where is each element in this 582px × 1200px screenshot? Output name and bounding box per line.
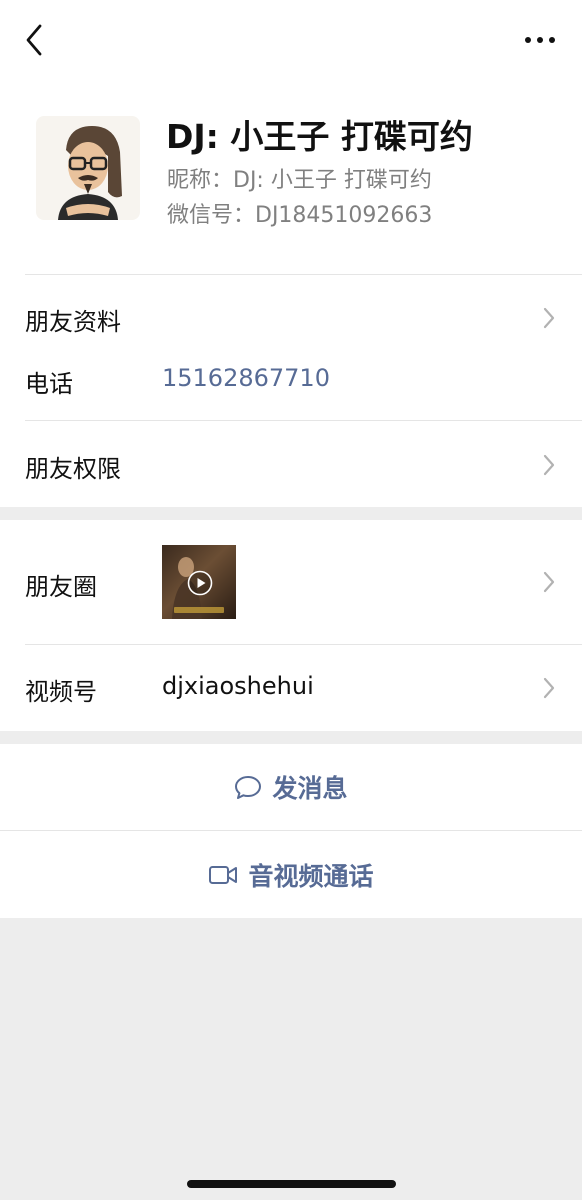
chevron-right-icon: [543, 571, 555, 593]
chevron-right-icon: [543, 454, 555, 476]
friend-profile-row[interactable]: 朋友资料: [0, 274, 582, 362]
phone-number-link[interactable]: 15162867710: [162, 364, 330, 392]
chat-bubble-icon: [235, 776, 262, 799]
friend-permissions-label: 朋友权限: [25, 455, 121, 483]
video-camera-icon: [209, 866, 238, 884]
profile-header: DJ: 小王子 打碟可约 昵称：DJ: 小王子 打碟可约 微信号：DJ18451…: [0, 80, 582, 274]
info-section: 朋友资料 电话 15162867710 朋友权限: [0, 274, 582, 507]
send-message-button[interactable]: 发消息: [0, 744, 582, 830]
moments-thumbnail[interactable]: [162, 545, 236, 619]
divider: [0, 830, 582, 831]
actions-section: 发消息 音视频通话: [0, 744, 582, 918]
channels-id-text: djxiaoshehui: [162, 672, 314, 700]
avatar[interactable]: [36, 116, 140, 220]
back-button[interactable]: [18, 20, 52, 60]
social-section: 朋友圈 视频号 djxiaoshehui: [0, 520, 582, 731]
video-call-button[interactable]: 音视频通话: [0, 832, 582, 918]
home-indicator[interactable]: [187, 1180, 396, 1188]
send-message-label: 发消息: [272, 774, 348, 803]
friend-profile-label: 朋友资料: [25, 308, 121, 336]
phone-label: 电话: [25, 370, 73, 398]
nickname-text: 昵称：DJ: 小王子 打碟可约: [167, 168, 432, 193]
contact-profile-screen: DJ: 小王子 打碟可约 昵称：DJ: 小王子 打碟可约 微信号：DJ18451…: [0, 0, 582, 1200]
channels-label: 视频号: [25, 678, 97, 706]
play-icon: [187, 570, 213, 596]
chevron-left-icon: [26, 24, 42, 56]
channels-row[interactable]: 视频号 djxiaoshehui: [0, 645, 582, 731]
video-call-label: 音视频通话: [248, 862, 374, 891]
chevron-right-icon: [543, 677, 555, 699]
thumbnail-caption-bar: [174, 607, 224, 613]
top-bar: [0, 0, 582, 80]
chevron-right-icon: [543, 307, 555, 329]
phone-row: 电话 15162867710: [0, 354, 582, 420]
display-name: DJ: 小王子 打碟可约: [166, 117, 473, 156]
friend-permissions-row[interactable]: 朋友权限: [0, 421, 582, 507]
ellipsis-icon: [525, 37, 555, 43]
wechat-id-text: 微信号：DJ18451092663: [167, 203, 433, 228]
moments-row[interactable]: 朋友圈: [0, 520, 582, 644]
more-button[interactable]: [520, 26, 560, 54]
moments-label: 朋友圈: [25, 573, 97, 601]
cartoon-avatar-icon: [36, 116, 140, 220]
